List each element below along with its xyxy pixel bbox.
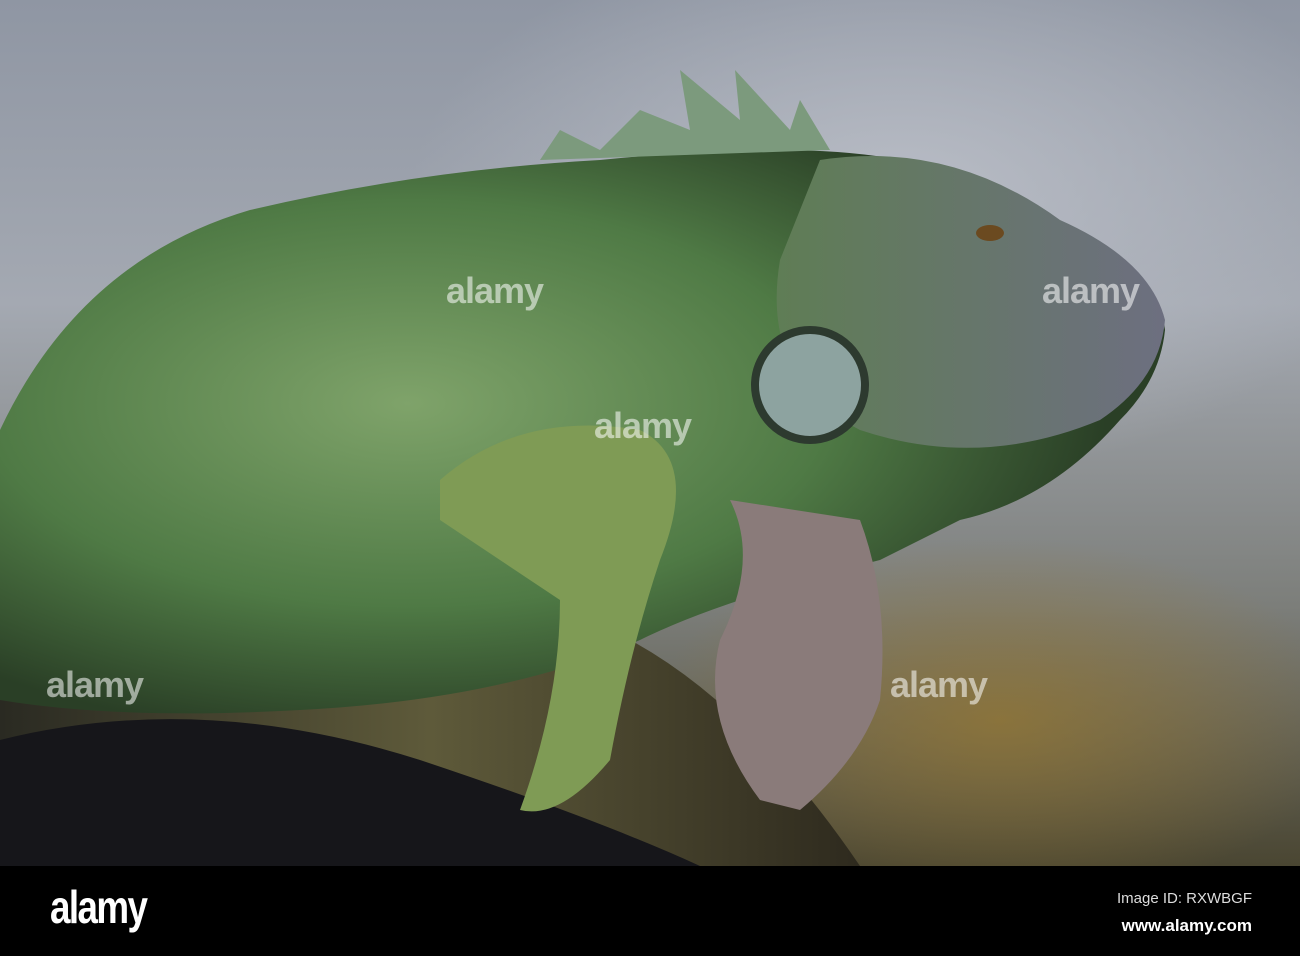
watermark: alamy — [890, 664, 988, 705]
watermark: alamy — [446, 270, 544, 311]
alamy-logo: alamy — [50, 881, 148, 933]
footer-bar: alamy Image ID: RXWBGF www.alamy.com — [0, 866, 1300, 956]
site-url: www.alamy.com — [1121, 916, 1252, 935]
watermark: alamy — [46, 664, 144, 705]
watermark: alamy — [594, 405, 692, 446]
watermark: alamy — [1042, 270, 1140, 311]
iguana-photo: alamy alamy alamy alamy alamy — [0, 0, 1300, 866]
image-id: Image ID: RXWBGF — [1116, 890, 1252, 907]
